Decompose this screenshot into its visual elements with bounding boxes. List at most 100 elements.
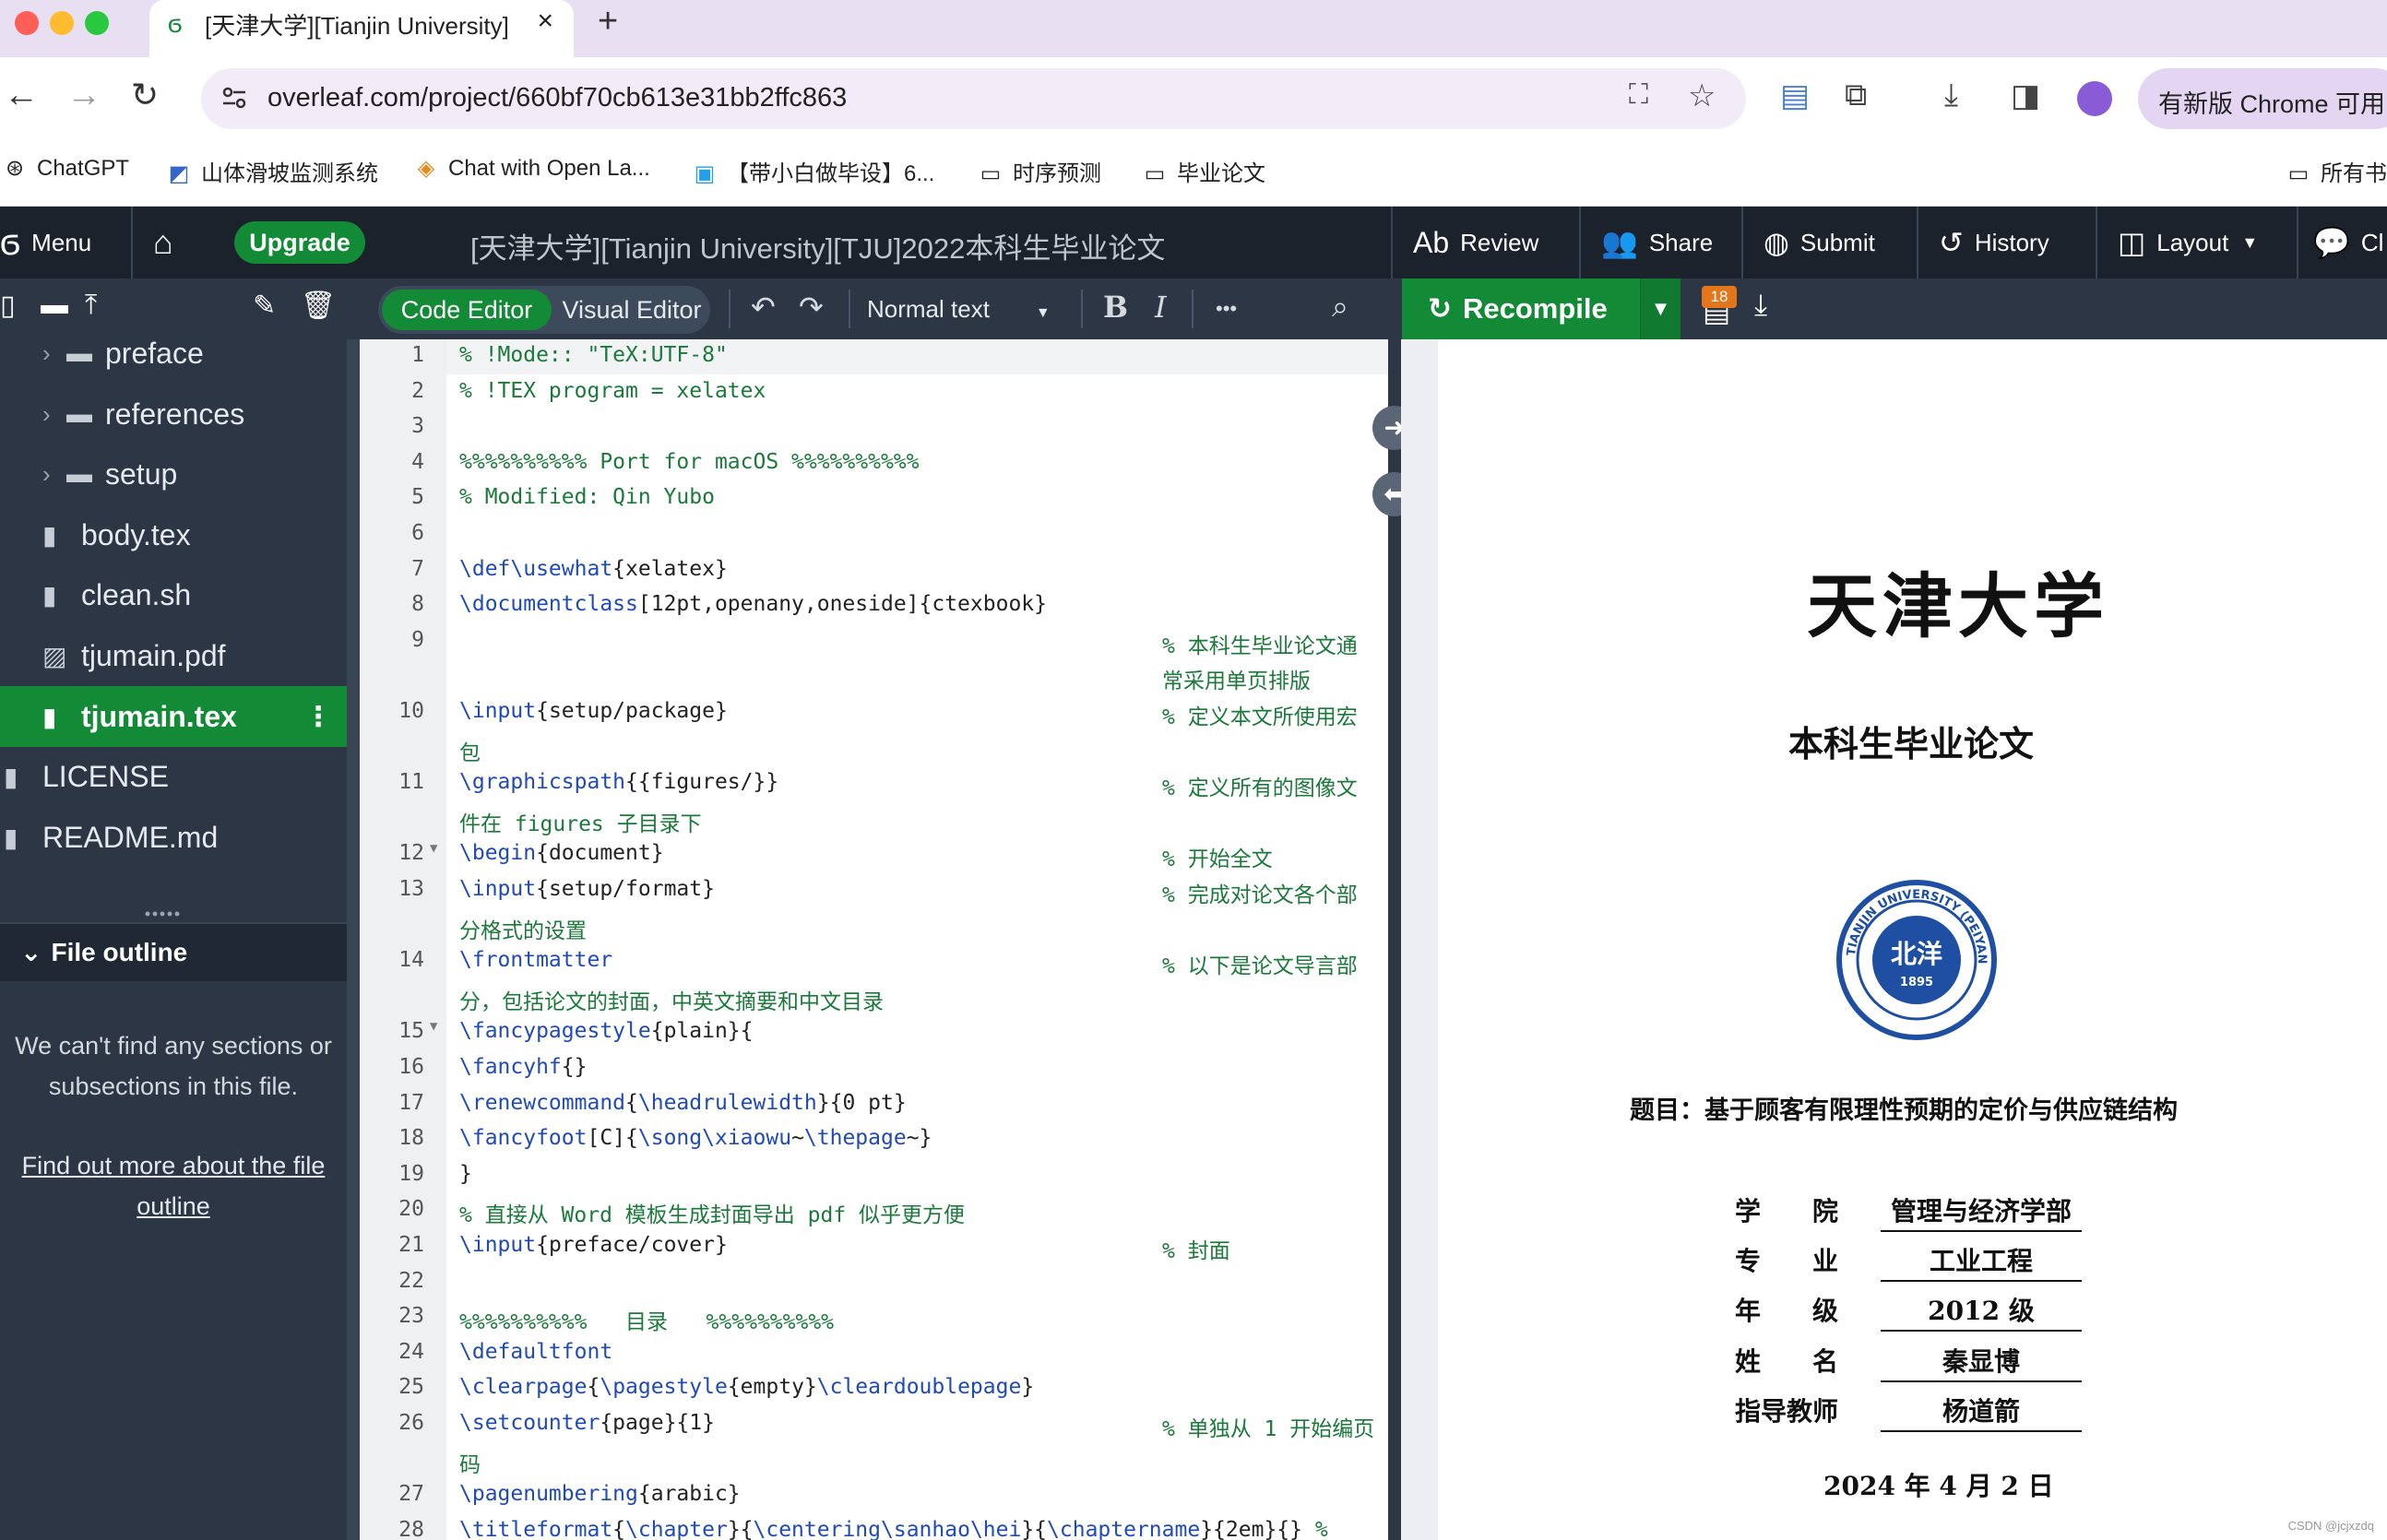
code-text: \setcounter{page}{1} (459, 1411, 715, 1435)
bookmark-chat-open[interactable]: ◈ Chat with Open La... (411, 155, 650, 182)
more-options-button[interactable]: ••• (1216, 297, 1237, 321)
close-tab-icon[interactable]: × (537, 6, 553, 37)
file-tree-item-readme[interactable]: ▮ README.md (0, 807, 347, 868)
editor-mode-toggle[interactable]: Code Editor Visual Editor (378, 286, 710, 334)
bookmark-all[interactable]: ▭ 所有书 (2284, 155, 2387, 187)
maximize-window-button[interactable] (85, 11, 109, 35)
rename-pencil-icon[interactable]: ✎ (253, 290, 276, 322)
new-file-icon[interactable]: ▯ (0, 290, 16, 322)
url-text[interactable]: overleaf.com/project/660bf70cb613e31bb2f… (267, 83, 847, 113)
upload-icon[interactable]: ⤒ (85, 290, 97, 321)
app-icon: ◩ (168, 161, 190, 186)
toolbar-divider (1081, 290, 1083, 328)
code-text: % !TEX program = xelatex (459, 378, 766, 403)
sidebar-resize-handle[interactable] (347, 339, 360, 1540)
home-button[interactable]: ⌂ (153, 207, 173, 278)
chat-button[interactable]: 💬 Cl (2313, 207, 2383, 278)
bookmark-chatgpt[interactable]: ⊛ ChatGPT (0, 155, 129, 182)
redo-icon[interactable]: ↷ (799, 290, 824, 325)
italic-button[interactable]: I (1155, 290, 1167, 325)
code-comment: % 单独从 1 开始编页 (1162, 1417, 1375, 1441)
bold-button[interactable]: B (1103, 290, 1128, 325)
download-icon[interactable]: ⤓ (1944, 77, 1958, 113)
bookmark-bilibili[interactable]: ▣ 【带小白做毕设】6... (690, 155, 935, 187)
line-number: 5 (411, 485, 424, 510)
thesis-date: 2024 年 4 月 2 日 (1823, 1471, 2054, 1501)
visual-editor-tab[interactable]: Visual Editor (557, 290, 707, 330)
file-tree-item-preface[interactable]: › ▬ preface (0, 323, 347, 384)
code-text: \titleformat{\chapter}{\centering\sanhao… (459, 1517, 1328, 1540)
minimize-window-button[interactable] (50, 11, 74, 35)
refresh-icon: ↻ (1428, 292, 1452, 325)
back-icon[interactable]: ← (4, 76, 39, 115)
browser-tab[interactable]: ϭ [天津大学][Tianjin University][ × (149, 0, 574, 57)
header-divider (1579, 207, 1581, 278)
docs-extension-icon[interactable]: ▤ (1780, 77, 1810, 114)
chevron-right-icon: › (42, 459, 51, 488)
text-style-select[interactable]: Normal text ▼ (867, 295, 1051, 324)
new-folder-icon[interactable]: ▬ (41, 290, 68, 321)
line-number: 17 (398, 1090, 424, 1115)
bookmark-landslide[interactable]: ◩ 山体滑坡监测系统 (164, 155, 378, 187)
recompile-options-dropdown[interactable]: ▼ (1640, 278, 1680, 339)
file-menu-kebab-icon[interactable]: ⋮ (304, 701, 332, 733)
bookmark-star-icon[interactable]: ☆ (1688, 77, 1716, 114)
file-tree-item-setup[interactable]: › ▬ setup (0, 444, 347, 504)
bookmark-timeseries[interactable]: ▭ 时序预测 (976, 155, 1101, 187)
submit-button[interactable]: ◍ Submit (1764, 207, 1875, 278)
file-tree-item-body-tex[interactable]: ▮ body.tex (0, 504, 347, 565)
search-icon[interactable]: ⌕ (1332, 290, 1348, 325)
line-number: 26 (398, 1411, 424, 1435)
address-bar[interactable]: overleaf.com/project/660bf70cb613e31bb2f… (201, 68, 1746, 129)
line-number: 4 (411, 449, 424, 474)
editor-toolbar: ▯ ▬ ⤒ ✎ 🗑 Code Editor Visual Editor ↶ ↷ … (0, 278, 2387, 339)
download-pdf-icon[interactable]: ⤓ (1754, 288, 1767, 323)
layout-button[interactable]: ◫ Layout ▼ (2118, 207, 2258, 278)
project-title[interactable]: [天津大学][Tianjin University][TJU]2022本科生毕业… (470, 225, 1165, 267)
delete-trash-icon[interactable]: 🗑 (301, 290, 336, 322)
code-editor[interactable]: 1 % !Mode:: "TeX:UTF-8" 2 % !TEX program = … (360, 339, 1388, 1540)
share-button[interactable]: 👥 Share (1601, 207, 1713, 278)
history-button[interactable]: ↺ History (1939, 207, 2049, 278)
side-panel-icon[interactable]: ◨ (2011, 77, 2040, 114)
site-settings-icon[interactable] (218, 81, 251, 114)
chrome-update-button[interactable]: 有新版 Chrome 可用 (2138, 68, 2387, 129)
code-editor-tab[interactable]: Code Editor (382, 290, 552, 330)
reload-icon[interactable]: ↻ (131, 76, 159, 114)
code-text: \fancyhf{} (459, 1055, 588, 1079)
extensions-icon[interactable]: ⧉ (1845, 77, 1867, 113)
upgrade-button[interactable]: Upgrade (234, 221, 365, 264)
pdf-preview[interactable]: 天津大学 本科生毕业论文 TIANJIN UNIVERSITY (PEIYANG… (1401, 339, 2387, 1540)
line-number: 24 (398, 1339, 424, 1364)
university-seal-icon: TIANJIN UNIVERSITY (PEIYANG UNIVERSITY) … (1836, 880, 1997, 1040)
file-tree-item-license[interactable]: ▮ LICENSE (0, 746, 347, 807)
new-tab-icon[interactable]: + (598, 2, 618, 41)
overleaf-header: ϭ Menu ⌂ Upgrade [天津大学][Tianjin Universit… (0, 207, 2387, 278)
folder-icon: ▭ (2287, 161, 2310, 186)
file-tree-item-references[interactable]: › ▬ references (0, 384, 347, 444)
profile-avatar[interactable] (2077, 81, 2112, 116)
close-window-button[interactable] (15, 11, 39, 35)
forward-icon[interactable]: → (66, 76, 101, 115)
fold-toggle-icon[interactable]: ▼ (430, 841, 437, 856)
translate-icon[interactable]: ⛶ (1629, 79, 1648, 111)
fold-toggle-icon[interactable]: ▼ (430, 1019, 437, 1034)
outline-resize-handle[interactable] (144, 911, 181, 917)
editor-pdf-resize-handle[interactable] (1388, 339, 1401, 1540)
bookmark-thesis[interactable]: ▭ 毕业论文 (1140, 155, 1265, 187)
undo-icon[interactable]: ↶ (751, 290, 776, 325)
line-number: 23 (398, 1304, 424, 1329)
file-tree-item-tjumain-tex[interactable]: ▮ tjumain.tex ⋮ (0, 686, 347, 747)
code-text: \def\usewhat{xelatex} (459, 556, 728, 581)
review-button[interactable]: Ab Review (1413, 207, 1538, 278)
file-tree-item-tjumain-pdf[interactable]: ▨ tjumain.pdf (0, 625, 347, 686)
recompile-button[interactable]: ↻ Recompile (1402, 278, 1640, 339)
file-tree-item-clean-sh[interactable]: ▮ clean.sh (0, 564, 347, 625)
code-text: \begin{document} (459, 841, 664, 866)
menu-button[interactable]: ϭ Menu (0, 207, 91, 278)
file-outline-header[interactable]: ⌄ File outline (0, 922, 347, 981)
info-value: 管理与经济学部 (1881, 1191, 2082, 1232)
outline-help-link[interactable]: Find out more about the file outline (9, 1145, 338, 1226)
info-label: 学 院 (1735, 1196, 1839, 1226)
code-wrap-text: 包 (459, 740, 481, 765)
